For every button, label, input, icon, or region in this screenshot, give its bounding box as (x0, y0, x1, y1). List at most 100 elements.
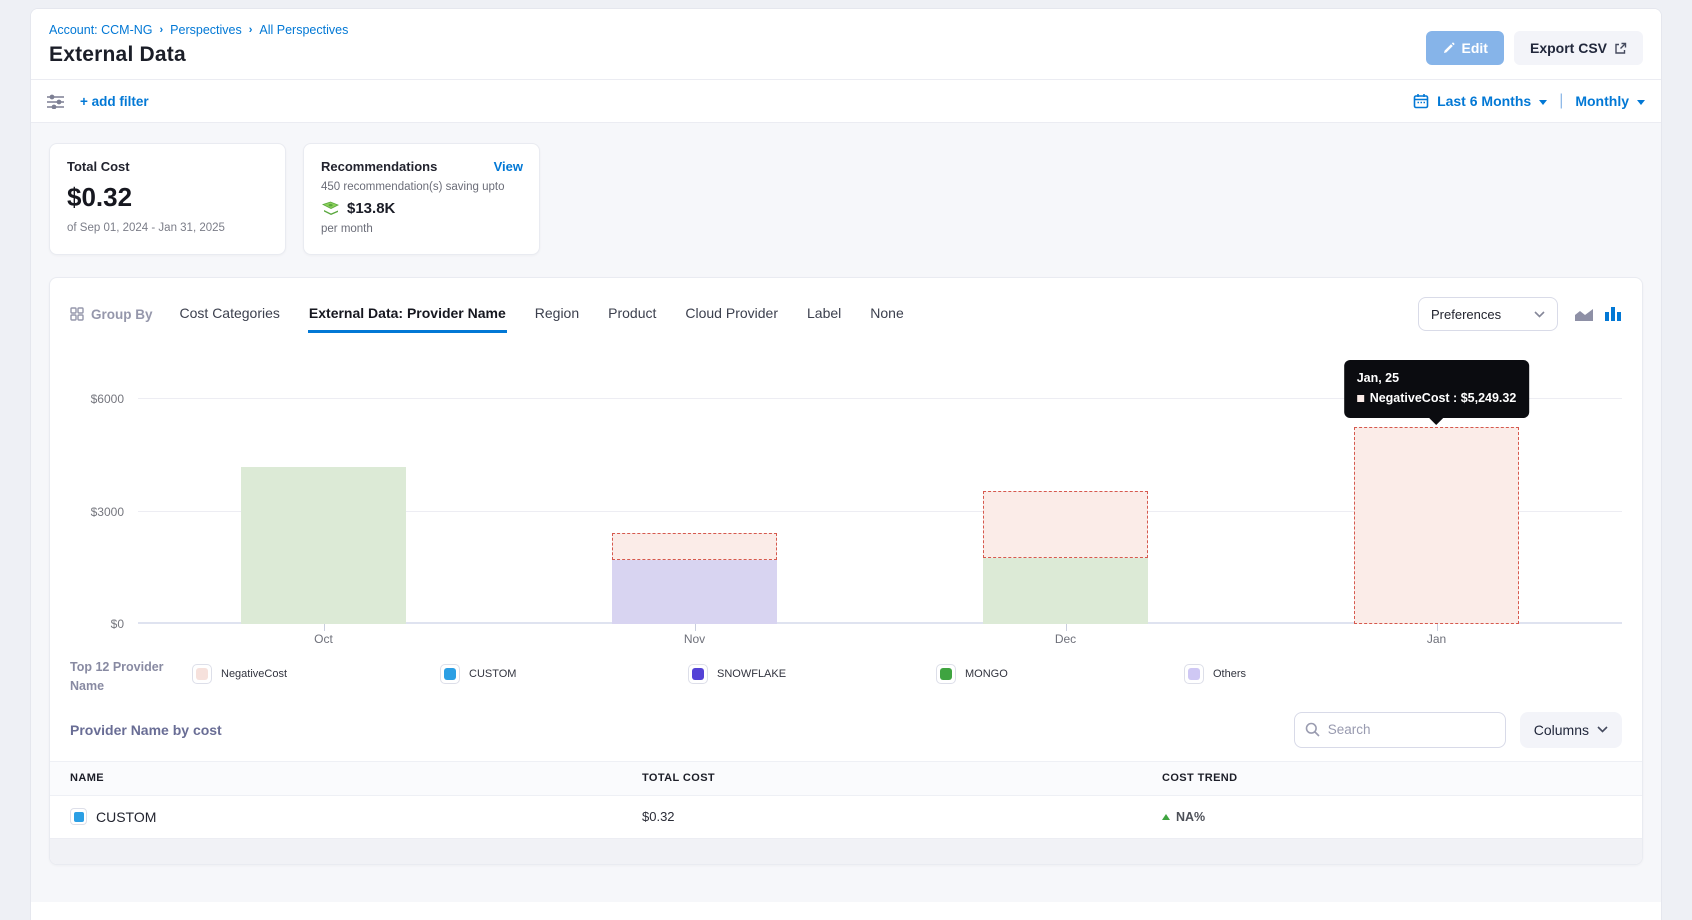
column-header-cost-trend: COST TREND (1162, 772, 1642, 784)
column-header-name: NAME (70, 772, 642, 784)
row-swatch (70, 808, 87, 825)
tab-cloud-provider[interactable]: Cloud Provider (684, 296, 779, 333)
breadcrumb-account[interactable]: Account: CCM-NG (49, 23, 153, 37)
time-range-dropdown[interactable]: Last 6 Months (1437, 93, 1531, 109)
tab-none[interactable]: None (869, 296, 904, 333)
time-filter-group: Last 6 Months | Monthly (1413, 92, 1645, 110)
total-cost-value: $0.32 (67, 182, 268, 213)
tooltip-title: Jan, 25 (1357, 369, 1517, 388)
group-by-tabs: Cost Categories External Data: Provider … (179, 296, 905, 333)
page-header: Account: CCM-NG › Perspectives › All Per… (31, 9, 1661, 79)
chevron-down-icon[interactable] (1637, 100, 1645, 105)
legend-swatch (688, 664, 708, 684)
breadcrumb-all-perspectives[interactable]: All Perspectives (259, 23, 348, 37)
tooltip-value-line: NegativeCost : $5,249.32 (1357, 389, 1517, 408)
filter-divider: | (1559, 92, 1563, 110)
total-cost-daterange: of Sep 01, 2024 - Jan 31, 2025 (67, 222, 268, 234)
header-actions: Edit Export CSV (1426, 31, 1643, 65)
breadcrumb: Account: CCM-NG › Perspectives › All Per… (49, 23, 1643, 37)
recommendations-summary: 450 recommendation(s) saving upto (321, 181, 522, 193)
x-axis-label: Nov (684, 632, 705, 646)
area-chart-icon[interactable] (1574, 307, 1594, 322)
bar-chart-icon[interactable] (1604, 306, 1622, 322)
x-axis-label: Dec (1055, 632, 1076, 646)
preferences-dropdown[interactable]: Preferences (1418, 297, 1558, 331)
export-csv-label: Export CSV (1530, 40, 1607, 56)
chart-plot: Jan, 25 NegativeCost : $5,249.32 $0$3000… (138, 354, 1622, 624)
bar-segment-others-nov[interactable] (612, 560, 777, 624)
perspective-main-card: Group By Cost Categories External Data: … (49, 277, 1643, 865)
search-input[interactable] (1328, 722, 1478, 737)
tab-cost-categories[interactable]: Cost Categories (179, 296, 281, 333)
preferences-label: Preferences (1431, 307, 1501, 322)
legend-item-others[interactable]: Others (1184, 664, 1432, 684)
summary-cards-row: Total Cost $0.32 of Sep 01, 2024 - Jan 3… (49, 143, 1643, 255)
tab-external-data-provider-name[interactable]: External Data: Provider Name (308, 296, 507, 333)
add-filter-button[interactable]: + add filter (80, 94, 149, 109)
chevron-down-icon[interactable] (1539, 100, 1547, 105)
legend-item-negativecost[interactable]: NegativeCost (192, 664, 440, 684)
chart-tooltip: Jan, 25 NegativeCost : $5,249.32 (1344, 360, 1530, 418)
tab-label[interactable]: Label (806, 296, 842, 333)
legend-title: Top 12 Provider Name (70, 658, 192, 696)
columns-button[interactable]: Columns (1520, 712, 1622, 748)
recommendations-period: per month (321, 223, 522, 235)
legend-swatch (192, 664, 212, 684)
table-title: Provider Name by cost (70, 722, 222, 738)
breadcrumb-perspectives[interactable]: Perspectives (170, 23, 242, 37)
bar-segment-negativecost-jan[interactable] (1354, 427, 1519, 624)
x-axis-label: Oct (314, 632, 333, 646)
filter-bar: + add filter Last 6 Months | Monthly (31, 79, 1661, 123)
total-cost-card: Total Cost $0.32 of Sep 01, 2024 - Jan 3… (49, 143, 286, 255)
group-by-label: Group By (70, 307, 153, 322)
group-by-row: Group By Cost Categories External Data: … (70, 294, 1622, 334)
perspective-panel: Account: CCM-NG › Perspectives › All Per… (30, 8, 1662, 920)
tab-region[interactable]: Region (534, 296, 580, 333)
recommendations-view-link[interactable]: View (494, 159, 523, 174)
filter-sliders-icon[interactable] (47, 94, 64, 109)
chart-legend: Top 12 Provider Name NegativeCost CUSTOM (70, 658, 1622, 696)
pencil-icon (1442, 42, 1455, 55)
table-filler-row (49, 839, 1643, 866)
cost-chart: Jan, 25 NegativeCost : $5,249.32 $0 $3000… (70, 354, 1622, 648)
bar-segment-mongo-dec[interactable] (983, 558, 1148, 624)
legend-swatch (440, 664, 460, 684)
search-icon (1305, 722, 1320, 737)
x-axis-label: Jan (1427, 632, 1446, 646)
recommendations-title: Recommendations (321, 159, 522, 174)
search-box (1294, 712, 1506, 748)
legend-item-mongo[interactable]: MONGO (936, 664, 1184, 684)
recommendations-savings: $13.8K (347, 200, 395, 217)
chart-type-toggle (1574, 306, 1622, 322)
edit-button[interactable]: Edit (1426, 31, 1504, 65)
row-cost-trend: NA% (1162, 810, 1642, 824)
legend-item-snowflake[interactable]: SNOWFLAKE (688, 664, 936, 684)
table-title-row: Provider Name by cost Columns (70, 712, 1622, 748)
export-csv-button[interactable]: Export CSV (1514, 31, 1643, 65)
bar-segment-negativecost-nov[interactable] (612, 533, 777, 561)
grid-icon (70, 307, 84, 321)
bar-segment-negativecost-dec[interactable] (983, 491, 1148, 559)
chart-x-axis: Oct Nov Dec Jan (138, 624, 1622, 648)
y-axis-label: $0 (111, 617, 124, 631)
table-row[interactable]: CUSTOM $0.32 NA% (50, 796, 1642, 839)
y-axis-label: $3000 (91, 505, 124, 519)
legend-item-custom[interactable]: CUSTOM (440, 664, 688, 684)
tooltip-series-bullet (1357, 395, 1364, 402)
recommendations-card: Recommendations View 450 recommendation(… (303, 143, 540, 255)
row-provider-name: CUSTOM (96, 809, 156, 825)
legend-swatch (936, 664, 956, 684)
total-cost-title: Total Cost (67, 159, 268, 174)
legend-swatch (1184, 664, 1204, 684)
y-axis-label: $6000 (91, 392, 124, 406)
breadcrumb-separator: › (249, 24, 253, 36)
calendar-icon (1413, 93, 1429, 109)
trend-up-icon (1162, 814, 1170, 820)
granularity-dropdown[interactable]: Monthly (1575, 93, 1629, 109)
column-header-total-cost: TOTAL COST (642, 772, 1162, 784)
page-title: External Data (49, 43, 1643, 67)
tab-product[interactable]: Product (607, 296, 657, 333)
content-area: Total Cost $0.32 of Sep 01, 2024 - Jan 3… (31, 123, 1661, 902)
bar-segment-mongo-oct[interactable] (241, 467, 406, 624)
external-link-icon (1614, 42, 1627, 55)
